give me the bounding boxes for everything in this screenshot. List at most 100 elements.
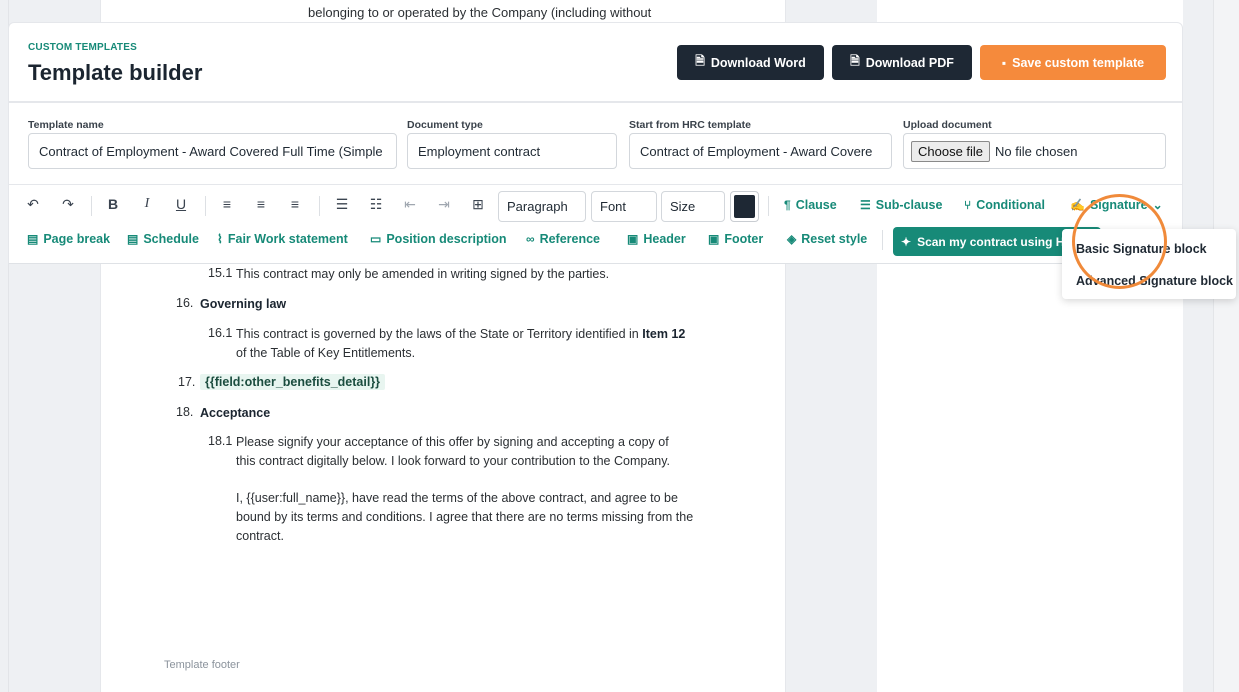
builder-header: CUSTOM TEMPLATES Template builder 🗎 Down… xyxy=(8,22,1183,102)
document-type-select[interactable]: Employment contract xyxy=(407,133,617,169)
file-status: No file chosen xyxy=(995,143,1078,159)
header-label: Header xyxy=(643,232,686,246)
toolbar-divider xyxy=(882,230,883,250)
hrc-template-select[interactable]: Contract of Employment - Award Covere xyxy=(629,133,892,169)
clause-text: Please signify your acceptance of this o… xyxy=(236,435,669,449)
indent-icon[interactable]: ⇥ xyxy=(434,196,454,213)
download-word-button[interactable]: 🗎 Download Word xyxy=(677,45,824,80)
reset-style-button[interactable]: ◈ Reset style xyxy=(787,232,867,246)
advanced-signature-option[interactable]: Advanced Signature block xyxy=(1076,274,1233,288)
toolbar-divider xyxy=(91,196,92,216)
sub-clause-label: Sub-clause xyxy=(875,198,943,212)
pdf-file-icon: 🗎 xyxy=(850,54,860,68)
schedule-button[interactable]: ▤ Schedule xyxy=(127,232,199,246)
template-footer-label: Template footer xyxy=(164,659,240,671)
bold-icon[interactable]: B xyxy=(103,196,123,212)
footer-button[interactable]: ▣ Footer xyxy=(708,232,763,246)
basic-signature-option[interactable]: Basic Signature block xyxy=(1076,242,1207,256)
signature-menu: Basic Signature block Advanced Signature… xyxy=(1062,229,1236,299)
link-icon: ∞ xyxy=(526,232,535,246)
clause-number: 18. xyxy=(176,405,194,419)
document-icon: ▤ xyxy=(127,232,139,246)
size-select[interactable]: Size xyxy=(661,191,725,222)
hrc-template-label: Start from HRC template xyxy=(629,119,751,131)
template-form: Template name Contract of Employment - A… xyxy=(8,102,1183,184)
download-pdf-button[interactable]: 🗎 Download PDF xyxy=(832,45,972,80)
image-icon: ▣ xyxy=(708,232,720,246)
italic-icon[interactable]: I xyxy=(137,196,157,212)
clause-number: 18.1 xyxy=(208,434,233,448)
save-icon: ▪ xyxy=(1001,55,1007,70)
page-title: Template builder xyxy=(28,60,203,85)
reference-button[interactable]: ∞ Reference xyxy=(526,232,600,246)
reference-label: Reference xyxy=(539,232,601,246)
signature-label: Signature xyxy=(1089,198,1148,212)
font-select[interactable]: Font xyxy=(591,191,657,222)
table-icon[interactable]: ⊞ xyxy=(468,196,488,213)
undo-icon[interactable]: ↶ xyxy=(23,196,43,213)
clause-number: 15.1 xyxy=(208,266,233,280)
position-description-button[interactable]: ▭ Position description xyxy=(370,232,507,246)
sub-clause-icon: ☰ xyxy=(860,198,871,212)
signature-icon: ✍ xyxy=(1070,198,1085,212)
paragraph-select[interactable]: Paragraph xyxy=(498,191,586,222)
bullet-list-icon[interactable]: ☰ xyxy=(332,196,352,213)
align-left-icon[interactable]: ≡ xyxy=(217,196,237,212)
save-template-label: Save custom template xyxy=(1012,55,1145,70)
clause-text: I, {{user:full_name}}, have read the ter… xyxy=(236,491,678,505)
sub-clause-button[interactable]: ☰ Sub-clause xyxy=(860,198,942,212)
download-word-label: Download Word xyxy=(710,55,806,70)
header-button[interactable]: ▣ Header xyxy=(627,232,686,246)
position-description-label: Position description xyxy=(386,232,507,246)
clause-button[interactable]: ¶ Clause xyxy=(784,198,837,212)
text-color-picker[interactable] xyxy=(730,191,759,222)
clause-text: bound by its terms and conditions. I agr… xyxy=(236,510,694,524)
upload-document-input[interactable]: Choose file No file chosen xyxy=(903,133,1166,169)
align-center-icon[interactable]: ≡ xyxy=(251,196,271,212)
page-break-button[interactable]: ▤ Page break xyxy=(27,232,110,246)
reset-style-label: Reset style xyxy=(801,232,868,246)
template-name-input[interactable]: Contract of Employment - Award Covered F… xyxy=(28,133,397,169)
align-right-icon[interactable]: ≡ xyxy=(285,196,305,212)
fair-work-label: Fair Work statement xyxy=(227,232,348,246)
page-icon: ▤ xyxy=(27,232,39,246)
clause-text: this contract digitally below. I look fo… xyxy=(236,454,671,468)
schedule-label: Schedule xyxy=(143,232,199,246)
clause-text-bold: Item 12 xyxy=(642,327,686,341)
choose-file-button[interactable]: Choose file xyxy=(911,140,991,162)
download-pdf-label: Download PDF xyxy=(865,55,954,70)
document-type-label: Document type xyxy=(407,119,483,131)
scrollbar-track[interactable] xyxy=(1213,0,1239,692)
page-break-label: Page break xyxy=(43,232,111,246)
image-icon: ▣ xyxy=(627,232,639,246)
word-file-icon: 🗎 xyxy=(695,54,705,68)
fair-work-button[interactable]: ⌇ Fair Work statement xyxy=(217,232,348,246)
clause-heading: Acceptance xyxy=(200,406,271,420)
signature-dropdown[interactable]: ✍ Signature ⌄ xyxy=(1070,198,1163,212)
doc-text-line: belonging to or operated by the Company … xyxy=(308,5,652,20)
paperclip-icon: ⌇ xyxy=(217,232,223,246)
id-card-icon: ▭ xyxy=(370,232,382,246)
outdent-icon[interactable]: ⇤ xyxy=(400,196,420,213)
clause-label: Clause xyxy=(795,198,837,212)
toolbar-divider xyxy=(319,196,320,216)
clause-heading: Governing law xyxy=(200,297,287,311)
clause-text: This contract is governed by the laws of… xyxy=(236,325,685,344)
footer-label: Footer xyxy=(724,232,764,246)
eraser-icon: ◈ xyxy=(787,232,797,246)
save-template-button[interactable]: ▪ Save custom template xyxy=(980,45,1166,80)
clause-number: 17. xyxy=(178,375,196,389)
template-name-label: Template name xyxy=(28,119,104,131)
color-swatch xyxy=(734,195,755,218)
conditional-button[interactable]: ⑂ Conditional xyxy=(964,198,1045,212)
clause-text-part: This contract is governed by the laws of… xyxy=(236,327,643,341)
redo-icon[interactable]: ↷ xyxy=(58,196,78,213)
magic-wand-icon: ✦ xyxy=(901,234,912,249)
clause-text: This contract may only be amended in wri… xyxy=(236,267,610,281)
paragraph-icon: ¶ xyxy=(784,198,791,212)
clause-number: 16.1 xyxy=(208,326,233,340)
conditional-label: Conditional xyxy=(976,198,1045,212)
numbered-list-icon[interactable]: ☷ xyxy=(366,196,386,213)
underline-icon[interactable]: U xyxy=(171,196,191,212)
merge-field[interactable]: {{field:other_benefits_detail}} xyxy=(200,374,386,390)
